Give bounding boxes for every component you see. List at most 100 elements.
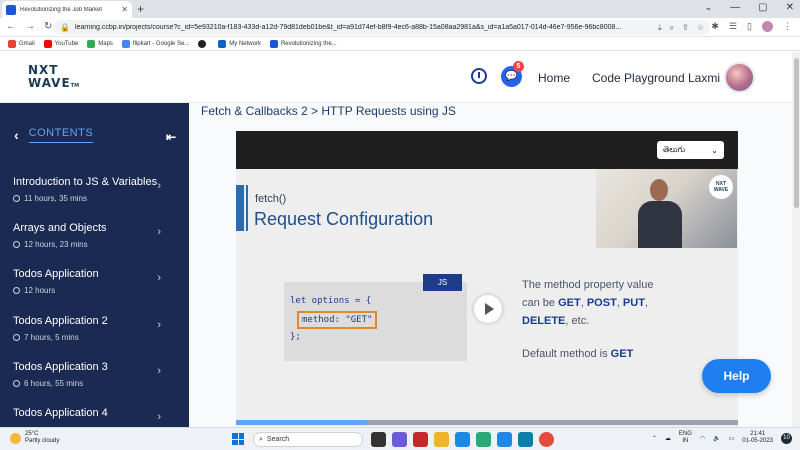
video-player[interactable]: తెలుగు ⌄ fetch() Request Configuration J… [236, 131, 738, 427]
breadcrumb: Fetch & Callbacks 2 > HTTP Requests usin… [201, 104, 456, 118]
chevron-right-icon: › [157, 272, 161, 284]
close-icon[interactable]: ✕ [786, 2, 794, 13]
contents-header: ‹ CONTENTS [14, 127, 94, 143]
notification-count[interactable]: 10 [781, 432, 792, 444]
forward-icon[interactable]: → [25, 21, 35, 32]
new-tab-icon[interactable]: + [137, 2, 144, 16]
play-icon[interactable] [474, 295, 502, 323]
bookmark-my-network[interactable]: My Network [218, 39, 261, 48]
progress-fill [236, 420, 367, 425]
sidebar-item-todos-1[interactable]: Todos Application 12 hours › [13, 268, 183, 295]
course-duration: 6 hours, 55 mins [13, 379, 183, 388]
collapse-sidebar-icon[interactable]: ⇤ [166, 130, 176, 144]
app-icon[interactable] [518, 432, 533, 447]
timer-icon[interactable] [471, 68, 487, 84]
sidebar-item-todos-4[interactable]: Todos Application 4 › [13, 407, 183, 423]
sidebar-item-intro-js[interactable]: Introduction to JS & Variables 11 hours,… [13, 176, 183, 203]
nxtwave-logo[interactable]: NXT WAVETM [28, 64, 80, 93]
omnibox-icons: ⤓ ⌕ ⇪ ☆ [658, 23, 704, 33]
back-icon[interactable]: ← [6, 21, 16, 32]
clock-icon [13, 287, 20, 294]
bookmark-flipkart[interactable]: flipkart - Google Se... [121, 39, 189, 48]
wifi-icon[interactable]: ◠ [700, 435, 705, 442]
windows-taskbar: 25°C Partly cloudy ⌕ Search ⌃ ☁ ENG IN ◠ 🔈… [0, 427, 800, 450]
store-icon[interactable] [455, 432, 470, 447]
chevron-down-icon[interactable]: ⌄ [705, 2, 713, 13]
search-icon[interactable]: ⌕ [670, 23, 674, 33]
weather-icon [10, 432, 21, 444]
edge-icon[interactable] [476, 432, 491, 447]
scrollbar-thumb[interactable] [794, 58, 799, 208]
contents-sidebar: ‹ CONTENTS ⇤ Introduction to JS & Variab… [0, 103, 189, 427]
user-name[interactable]: Laxmi [688, 71, 720, 85]
menu-icon[interactable]: ⋮ [783, 21, 792, 32]
search-icon: ⌕ [259, 435, 263, 443]
tab-title: Revolutionizing the Job Market [20, 6, 103, 13]
bookmark-youtube[interactable]: YouTube [43, 39, 78, 48]
extensions-icon[interactable]: ✱ [711, 21, 719, 32]
close-tab-icon[interactable]: ✕ [121, 5, 128, 14]
js-tag: JS [423, 274, 462, 291]
browser-tab[interactable]: Revolutionizing the Job Market ✕ [2, 1, 132, 18]
sidebar-icon[interactable]: ▯ [747, 21, 752, 32]
battery-icon[interactable]: ▭ [729, 435, 735, 442]
avatar[interactable] [724, 62, 755, 93]
system-tray: ⌃ ☁ ENG IN ◠ 🔈 ▭ 21:41 01-05-2023 10 [652, 431, 792, 445]
bookmark-maps[interactable]: Maps [87, 39, 113, 48]
teams-chat-icon[interactable] [392, 432, 407, 447]
mcafee-icon[interactable] [413, 432, 428, 447]
bookmark-revolutionizing[interactable]: Revolutionizing the... [269, 39, 337, 48]
url-text[interactable]: learning.ccbp.in/projects/course?c_id=5e… [75, 24, 653, 31]
video-frame[interactable]: fetch() Request Configuration JS let opt… [236, 169, 738, 427]
maximize-icon[interactable]: ▢ [758, 2, 767, 13]
chevron-left-icon[interactable]: ‹ [14, 127, 19, 143]
weather-widget[interactable]: 25°C Partly cloudy [10, 431, 59, 445]
instructor-webcam: NXT WAVE [596, 169, 737, 248]
reading-list-icon[interactable]: ☰ [729, 21, 737, 32]
install-icon[interactable]: ⤓ [658, 23, 662, 33]
clock-icon [13, 195, 20, 202]
profile-icon[interactable] [762, 21, 773, 32]
star-icon[interactable]: ☆ [697, 23, 704, 33]
course-duration: 12 hours [13, 286, 183, 295]
share-icon[interactable]: ⇪ [682, 23, 689, 33]
clock-icon [13, 334, 20, 341]
slide-accent [236, 185, 244, 231]
chevron-right-icon: › [157, 180, 161, 192]
start-button[interactable] [232, 433, 244, 445]
reload-icon[interactable]: ↻ [44, 21, 52, 32]
taskbar-search[interactable]: ⌕ Search [253, 432, 363, 447]
default-method-text: Default method is GET [522, 348, 634, 360]
app-icon[interactable] [497, 432, 512, 447]
sidebar-item-arrays-objects[interactable]: Arrays and Objects 12 hours, 23 mins › [13, 222, 183, 249]
language-indicator[interactable]: ENG IN [679, 431, 692, 445]
nav-home[interactable]: Home [538, 71, 570, 85]
sidebar-item-todos-2[interactable]: Todos Application 2 7 hours, 5 mins › [13, 315, 183, 342]
chevron-down-icon: ⌄ [711, 145, 718, 155]
clock[interactable]: 21:41 01-05-2023 [742, 431, 773, 445]
lock-icon[interactable]: 🔒 [60, 23, 70, 32]
code-line: let options = { [290, 296, 372, 306]
chevron-up-icon[interactable]: ⌃ [652, 435, 657, 442]
url-bar[interactable]: 🔒 learning.ccbp.in/projects/course?c_id=… [54, 20, 710, 35]
help-button[interactable]: Help [702, 359, 771, 393]
nav-code-playground[interactable]: Code Playground [592, 71, 685, 85]
slide-kicker: fetch() [255, 193, 287, 205]
extensions-area: ✱ ☰ ▯ ⋮ [711, 21, 792, 32]
contents-title[interactable]: CONTENTS [28, 127, 94, 143]
taskbar-apps [371, 432, 554, 447]
sidebar-item-todos-3[interactable]: Todos Application 3 6 hours, 55 mins › [13, 361, 183, 388]
file-explorer-icon[interactable] [434, 432, 449, 447]
onedrive-icon[interactable]: ☁ [665, 435, 671, 442]
video-progress[interactable] [236, 420, 738, 425]
volume-icon[interactable]: 🔈 [713, 435, 720, 442]
notification-badge: 5 [513, 61, 524, 72]
clock-icon [13, 241, 20, 248]
bookmark-github[interactable] [198, 39, 209, 48]
task-view-icon[interactable] [371, 432, 386, 447]
minimize-icon[interactable]: — [730, 2, 740, 13]
chrome-icon[interactable] [539, 432, 554, 447]
language-select[interactable]: తెలుగు ⌄ [657, 141, 724, 159]
bookmark-gmail[interactable]: Gmail [8, 39, 35, 48]
github-icon [198, 39, 207, 48]
